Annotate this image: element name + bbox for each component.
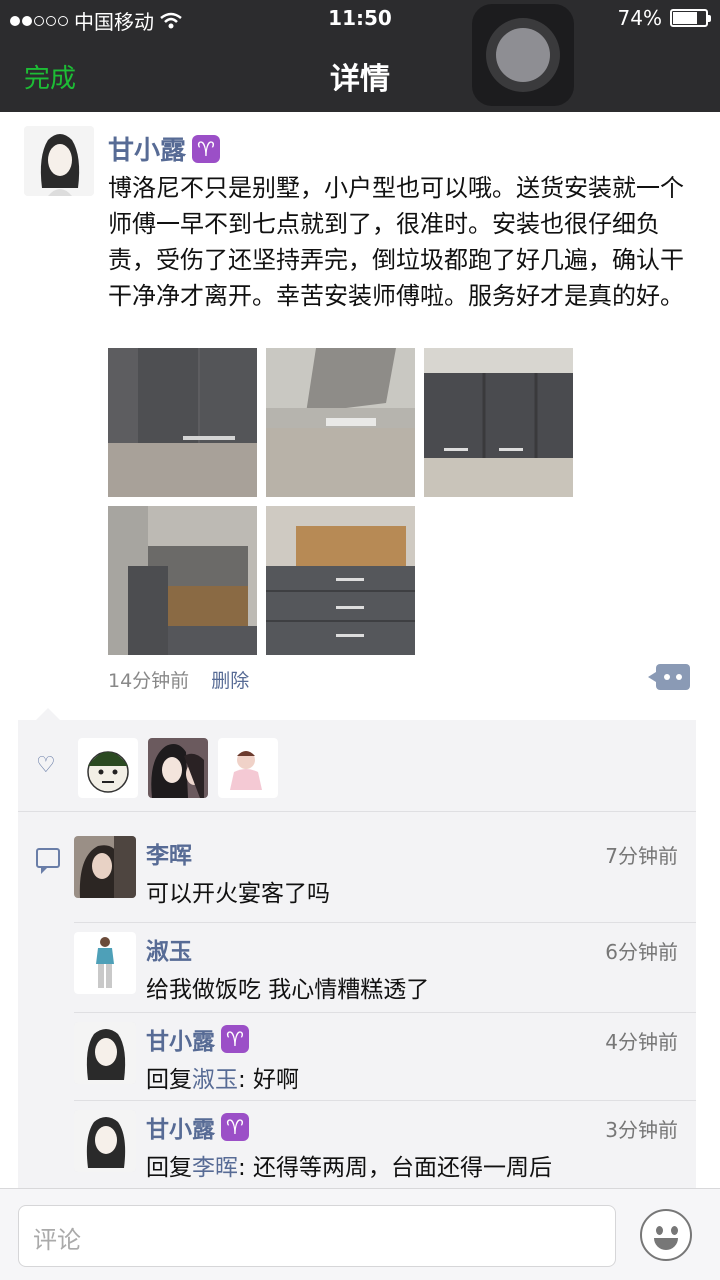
divider <box>74 1100 696 1101</box>
interaction-panel: ♡ 李晖 7分钟前 可以开火宴客了吗 淑玉 6分钟前 给我做饭吃 我心情糟糕透了… <box>18 708 696 1190</box>
photo-3[interactable] <box>424 348 573 497</box>
commenter-avatar[interactable] <box>74 1022 136 1084</box>
photo-5[interactable] <box>266 506 415 655</box>
reply-prefix: 回复 <box>146 1155 192 1181</box>
comment-time: 4分钟前 <box>605 1030 678 1054</box>
reply-to-name[interactable]: 李晖 <box>192 1155 238 1181</box>
comment-body: 可以开火宴客了吗 <box>146 881 330 907</box>
comment-body: 给我做饭吃 我心情糟糕透了 <box>146 977 430 1003</box>
like-avatar[interactable] <box>78 738 138 798</box>
post-meta: 14分钟前 删除 <box>108 666 249 693</box>
commenter-name[interactable]: 淑玉 <box>146 932 192 966</box>
heart-icon: ♡ <box>36 753 56 778</box>
comment-item[interactable]: 淑玉 6分钟前 给我做饭吃 我心情糟糕透了 <box>74 932 696 1022</box>
commenter-name-text: 淑玉 <box>146 939 192 965</box>
page-title: 详情 <box>330 62 390 97</box>
photo-4[interactable] <box>108 506 257 655</box>
aries-badge-icon: ♈ <box>221 1113 249 1141</box>
comment-input-bar: 评论 <box>0 1188 720 1280</box>
comment-text: 可以开火宴客了吗 <box>146 874 330 908</box>
likes-row: ♡ <box>18 720 696 812</box>
emoji-icon[interactable] <box>640 1209 692 1261</box>
photo-1[interactable] <box>108 348 257 497</box>
comment-time: 7分钟前 <box>605 844 678 868</box>
author-name[interactable]: 甘小露 ♈ <box>108 130 221 167</box>
aries-badge-icon: ♈ <box>192 134 221 163</box>
commenter-avatar[interactable] <box>74 1110 136 1172</box>
status-right: 74% <box>617 6 711 30</box>
post-text: 博洛尼不只是别墅，小户型也可以哦。送货安装就一个师傅一早不到七点就到了，很准时。… <box>108 174 684 310</box>
assistive-touch-button[interactable] <box>472 4 574 106</box>
commenter-name[interactable]: 甘小露 ♈ <box>146 1022 249 1056</box>
nav-bar: 完成 详情 <box>0 36 720 112</box>
commenter-avatar[interactable] <box>74 836 136 898</box>
comment-body: : 好啊 <box>238 1067 300 1093</box>
comment-item[interactable]: 甘小露 ♈ 4分钟前 回复淑玉: 好啊 <box>74 1022 696 1112</box>
commenter-name-text: 甘小露 <box>146 1029 215 1055</box>
comment-text: 回复李晖: 还得等两周，台面还得一周后 <box>146 1148 552 1182</box>
author-avatar[interactable] <box>24 126 94 196</box>
divider <box>74 922 696 923</box>
comment-body: : 还得等两周，台面还得一周后 <box>238 1155 553 1181</box>
photo-2[interactable] <box>266 348 415 497</box>
author-name-text: 甘小露 <box>108 136 187 166</box>
comment-text: 回复淑玉: 好啊 <box>146 1060 299 1094</box>
status-time: 11:50 <box>328 6 392 30</box>
status-bar: 中国移动 11:50 74% <box>0 0 720 36</box>
like-avatar[interactable] <box>218 738 278 798</box>
divider <box>74 1012 696 1013</box>
commenter-name-text: 李晖 <box>146 843 192 869</box>
reply-prefix: 回复 <box>146 1067 192 1093</box>
aries-badge-icon: ♈ <box>221 1025 249 1053</box>
comment-text: 给我做饭吃 我心情糟糕透了 <box>146 970 429 1004</box>
reply-to-name[interactable]: 淑玉 <box>192 1067 238 1093</box>
commenter-name[interactable]: 李晖 <box>146 836 192 870</box>
comment-time: 3分钟前 <box>605 1118 678 1142</box>
battery-icon <box>670 9 711 27</box>
comment-input[interactable]: 评论 <box>18 1205 616 1267</box>
post-time: 14分钟前 <box>108 670 190 692</box>
comment-item[interactable]: 甘小露 ♈ 3分钟前 回复李晖: 还得等两周，台面还得一周后 <box>74 1110 696 1200</box>
comment-time: 6分钟前 <box>605 940 678 964</box>
commenter-name[interactable]: 甘小露 ♈ <box>146 1110 249 1144</box>
delete-button[interactable]: 删除 <box>211 666 249 693</box>
commenter-name-text: 甘小露 <box>146 1117 215 1143</box>
more-icon[interactable] <box>648 664 690 690</box>
comment-icon <box>36 848 60 874</box>
commenter-avatar[interactable] <box>74 932 136 994</box>
like-avatar[interactable] <box>148 738 208 798</box>
comment-item[interactable]: 李晖 7分钟前 可以开火宴客了吗 <box>74 836 696 926</box>
battery-percent: 74% <box>617 6 662 30</box>
